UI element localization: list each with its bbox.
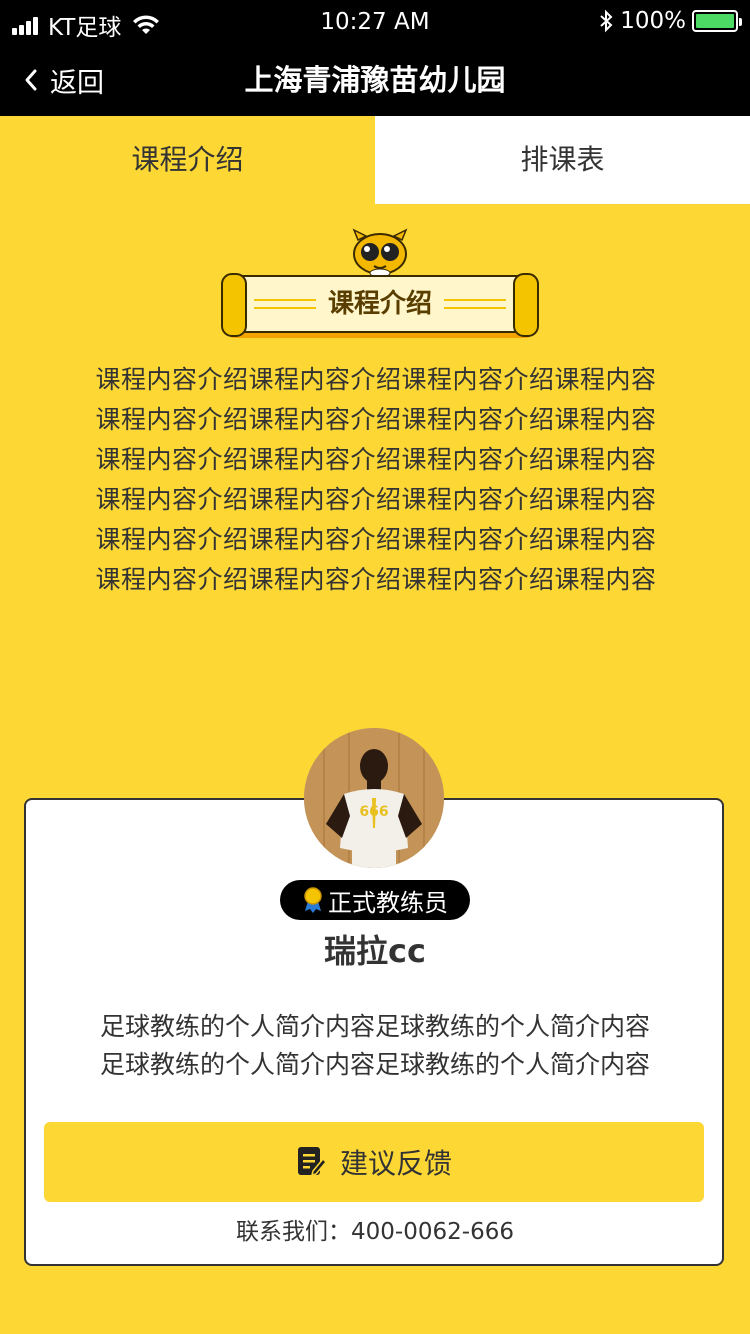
bio-line: 足球教练的个人简介内容足球教练的个人简介内容 [99,1050,650,1079]
course-line: 课程内容介绍课程内容介绍课程内容介绍课程内容 [95,405,657,434]
tab-course-intro[interactable]: 课程介绍 [0,116,375,204]
bio-line: 足球教练的个人简介内容足球教练的个人简介内容 [99,1012,650,1041]
status-bar: KT足球 10:27 AM 100% [0,0,750,44]
coach-bio: 足球教练的个人简介内容足球教练的个人简介内容 足球教练的个人简介内容足球教练的个… [50,1008,700,1084]
course-line: 课程内容介绍课程内容介绍课程内容介绍课程内容 [95,565,657,594]
coach-name: 瑞拉cc [324,932,426,970]
course-line: 课程内容介绍课程内容介绍课程内容介绍课程内容 [95,485,657,514]
course-line: 课程内容介绍课程内容介绍课程内容介绍课程内容 [95,525,657,554]
battery-percent: 100% [620,8,686,34]
feedback-label: 建议反馈 [339,1147,452,1180]
page-title: 上海青浦豫苗幼儿园 [244,63,506,97]
course-line: 课程内容介绍课程内容介绍课程内容介绍课程内容 [95,445,657,474]
avatar: 666 [304,728,444,868]
badge-label: 正式教练员 [328,888,448,917]
tab-schedule[interactable]: 排课表 [375,116,750,204]
battery-icon [692,10,742,32]
bluetooth-icon [600,9,613,33]
avatar-image: 666 [304,728,444,868]
course-line: 课程内容介绍课程内容介绍课程内容介绍课程内容 [95,365,657,394]
back-label: 返回 [50,67,104,99]
medal-icon [304,887,322,913]
nav-bar: 上海青浦豫苗幼儿园 返回 [0,44,750,116]
mascot-icon [352,228,408,278]
chevron-left-icon [25,69,37,91]
back-button[interactable]: 返回 [22,44,104,116]
battery-fill [696,14,734,28]
tab-bar: 课程介绍 排课表 [0,116,750,204]
feedback-button[interactable]: 建议反馈 [44,1122,704,1202]
coach-badge: 正式教练员 [280,880,470,920]
edit-note-icon [297,1147,327,1177]
course-description: 课程内容介绍课程内容介绍课程内容介绍课程内容 课程内容介绍课程内容介绍课程内容介… [66,360,686,600]
section-title: 课程介绍 [327,289,432,319]
contact-info: 联系我们：400-0062-666 [236,1219,514,1245]
status-right: 100% [598,8,742,34]
